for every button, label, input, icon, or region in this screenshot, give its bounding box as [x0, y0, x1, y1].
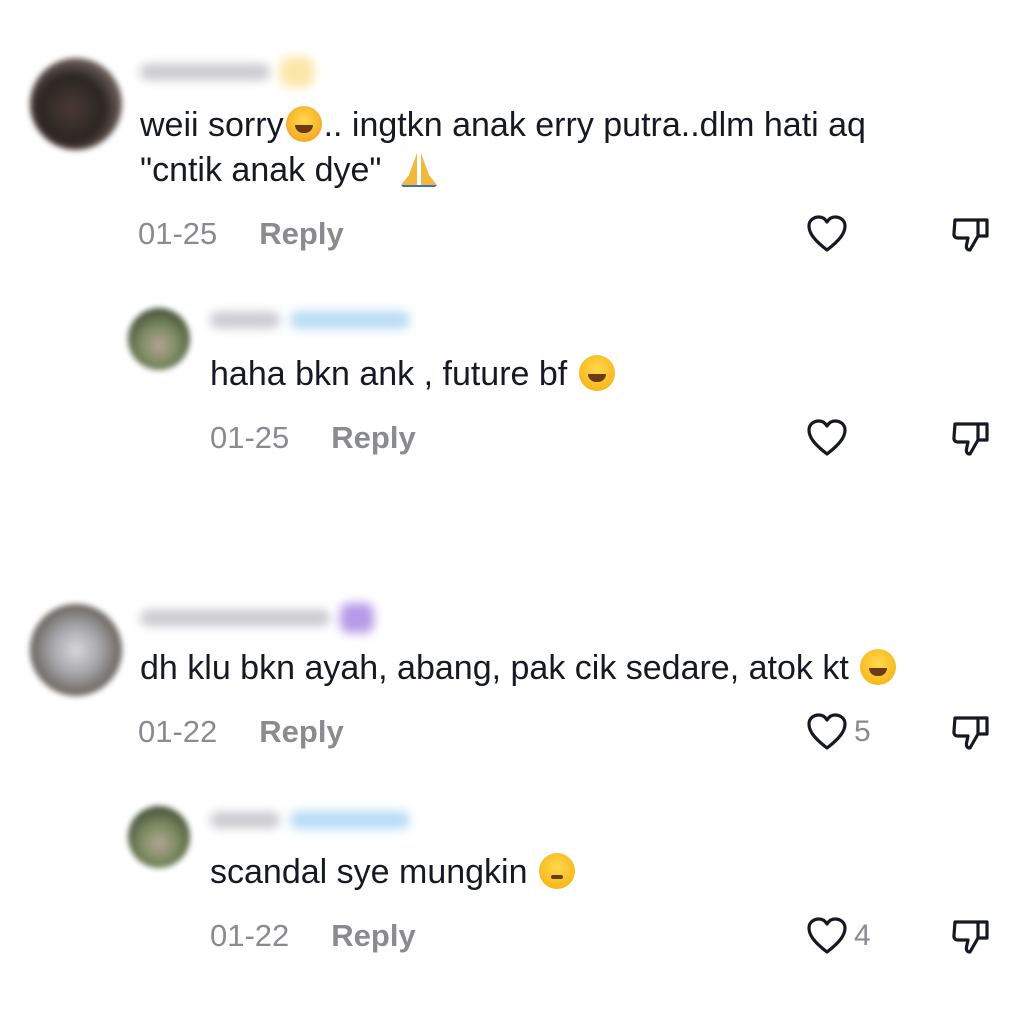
- avatar[interactable]: [128, 308, 190, 370]
- like-count: 4: [854, 919, 871, 952]
- reply-button[interactable]: Reply: [331, 420, 415, 456]
- comment-meta: 01-22 Reply: [210, 918, 416, 954]
- dislike-button[interactable]: [950, 916, 992, 956]
- username-blurred[interactable]: [140, 603, 374, 633]
- username-blurred[interactable]: [210, 806, 410, 834]
- avatar[interactable]: [30, 604, 122, 696]
- like-count: 5: [854, 715, 871, 748]
- comment-meta: 01-25 Reply: [210, 420, 416, 456]
- thinking-face-icon: [538, 853, 575, 889]
- comment-text-line2: "cntik anak dye": [140, 148, 439, 193]
- dislike-button[interactable]: [950, 214, 992, 254]
- comment-date: 01-25: [138, 216, 218, 251]
- comment-text: weii sorry.. ingtkn anak erry putra..dlm…: [140, 106, 866, 144]
- face-with-tears-of-joy-icon: [578, 355, 615, 391]
- avatar[interactable]: [128, 806, 190, 868]
- reply-button[interactable]: Reply: [331, 918, 415, 954]
- thumbs-down-icon: [952, 920, 989, 954]
- heart-icon: [807, 713, 847, 750]
- reply-button[interactable]: Reply: [259, 714, 343, 750]
- comment-text: haha bkn ank , future bf: [210, 352, 617, 397]
- heart-icon: [807, 215, 847, 252]
- like-button[interactable]: 4: [806, 916, 871, 956]
- comment-meta: 01-22 Reply: [138, 714, 344, 750]
- folded-hands-icon: [400, 153, 437, 187]
- comment-meta: 01-25 Reply: [138, 216, 344, 252]
- username-blurred[interactable]: [210, 306, 410, 334]
- dislike-button[interactable]: [950, 418, 992, 458]
- thumbs-down-icon: [952, 716, 989, 750]
- thumbs-down-icon: [952, 422, 989, 456]
- dislike-button[interactable]: [950, 712, 992, 752]
- like-button[interactable]: [806, 418, 848, 458]
- reply-button[interactable]: Reply: [259, 216, 343, 252]
- loudly-crying-face-icon: [285, 106, 322, 142]
- heart-icon: [807, 419, 847, 456]
- comment-date: 01-22: [210, 918, 290, 953]
- heart-icon: [807, 917, 847, 954]
- username-blurred[interactable]: [140, 57, 314, 87]
- comment-text: scandal sye mungkin: [210, 850, 577, 895]
- comment-text: dh klu bkn ayah, abang, pak cik sedare, …: [140, 646, 898, 691]
- comment-date: 01-22: [138, 714, 218, 749]
- like-button[interactable]: [806, 214, 848, 254]
- like-button[interactable]: 5: [806, 712, 871, 752]
- face-with-tears-of-joy-icon: [860, 649, 897, 685]
- comment-date: 01-25: [210, 420, 290, 455]
- avatar[interactable]: [30, 58, 122, 150]
- thumbs-down-icon: [952, 218, 989, 252]
